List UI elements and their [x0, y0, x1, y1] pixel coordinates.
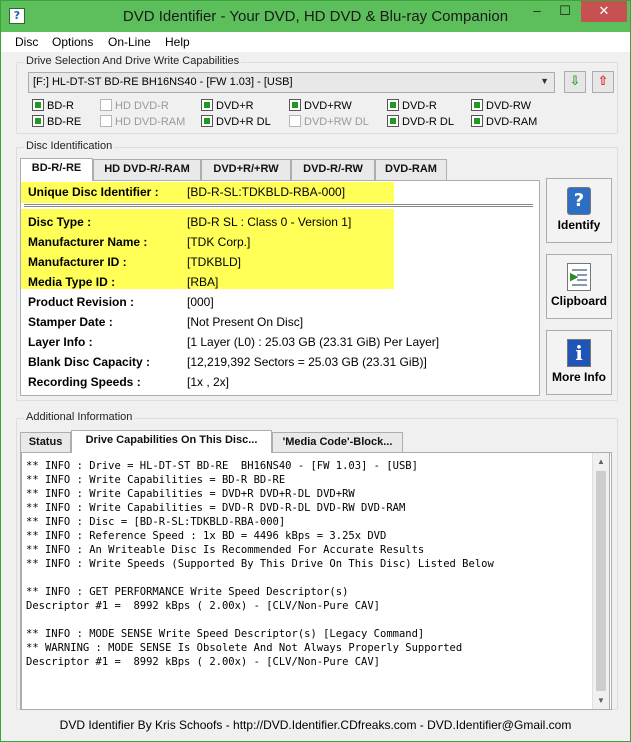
menu-disc[interactable]: Disc — [15, 35, 38, 49]
tab-status[interactable]: Status — [20, 432, 71, 453]
title-bar[interactable]: ? DVD Identifier - Your DVD, HD DVD & Bl… — [1, 1, 630, 32]
menu-help[interactable]: Help — [165, 35, 190, 49]
capability-label: DVD+R DL — [216, 116, 271, 128]
log-textarea[interactable]: ** INFO : Drive = HL-DT-ST BD-RE BH16NS4… — [21, 452, 610, 710]
manufacturer-id-value: [TDKBLD] — [187, 255, 242, 269]
manufacturer-name-label: Manufacturer Name : — [28, 235, 148, 249]
capability-label: BD-R — [47, 100, 74, 112]
scroll-up-icon[interactable]: ▲ — [593, 453, 609, 470]
more-info-button[interactable]: i More Info — [546, 330, 612, 395]
tab-media-code-block[interactable]: 'Media Code'-Block... — [272, 432, 403, 453]
disc-type-value: [BD-R SL : Class 0 - Version 1] — [187, 215, 352, 229]
checkbox-icon — [387, 99, 399, 111]
capability-label: DVD+RW DL — [304, 116, 369, 128]
capability-label: DVD-RW — [486, 100, 532, 112]
capability-label: HD DVD-RAM — [115, 116, 186, 128]
media-type-id-value: [RBA] — [187, 275, 219, 289]
capability-dvd-plus-r-dl: DVD+R DL — [201, 115, 271, 129]
scroll-down-icon[interactable]: ▼ — [593, 692, 609, 709]
recording-speeds-value: [1x , 2x] — [187, 375, 230, 389]
media-type-id-label: Media Type ID : — [28, 275, 116, 289]
capability-label: DVD-R DL — [402, 116, 454, 128]
layer-info-value: [1 Layer (L0) : 25.03 GB (23.31 GiB) Per… — [187, 335, 440, 349]
status-bar: DVD Identifier By Kris Schoofs - http://… — [59, 718, 572, 732]
manufacturer-name-value: [TDK Corp.] — [187, 235, 251, 249]
drive-dropdown[interactable]: [F:] HL-DT-ST BD-RE BH16NS40 - [FW 1.03]… — [28, 72, 555, 93]
disc-identification-label: Disc Identification — [24, 140, 115, 152]
menu-options[interactable]: Options — [52, 35, 93, 49]
drive-selection-label: Drive Selection And Drive Write Capabili… — [24, 55, 242, 67]
stamper-date-value: [Not Present On Disc] — [187, 315, 304, 329]
scrollbar-thumb[interactable] — [596, 471, 606, 691]
capability-dvd-plus-rw: DVD+RW — [289, 99, 352, 113]
disc-type-label: Disc Type : — [28, 215, 92, 229]
checkbox-icon — [100, 99, 112, 111]
layer-info-label: Layer Info : — [28, 335, 93, 349]
clipboard-button-label: Clipboard — [551, 294, 607, 308]
checkbox-icon — [201, 115, 213, 127]
identify-button-label: Identify — [557, 218, 601, 232]
clipboard-icon: ▶ — [567, 263, 591, 291]
close-button[interactable]: ✕ — [581, 1, 627, 22]
capability-label: DVD+R — [216, 100, 254, 112]
log-text: ** INFO : Drive = HL-DT-ST BD-RE BH16NS4… — [26, 460, 494, 668]
tab-drive-capabilities[interactable]: Drive Capabilities On This Disc... — [71, 430, 272, 453]
vertical-scrollbar[interactable]: ▲ ▼ — [592, 453, 609, 709]
recording-speeds-label: Recording Speeds : — [28, 375, 141, 389]
capability-label: HD DVD-R — [115, 100, 169, 112]
load-up-icon[interactable]: ⇧ — [592, 71, 614, 93]
checkbox-icon — [201, 99, 213, 111]
capability-dvd-minus-r: DVD-R — [387, 99, 437, 113]
tab-bd-r-re[interactable]: BD-R/-RE — [20, 158, 93, 181]
additional-information-label: Additional Information — [24, 411, 135, 423]
capability-dvd-ram: DVD-RAM — [471, 115, 537, 129]
minimize-button[interactable]: – — [523, 1, 551, 22]
info-icon: i — [567, 339, 591, 367]
manufacturer-id-label: Manufacturer ID : — [28, 255, 127, 269]
tab-dvd-plus-r-rw[interactable]: DVD+R/+RW — [201, 159, 291, 180]
blank-disc-capacity-label: Blank Disc Capacity : — [28, 355, 151, 369]
unique-disc-identifier-label: Unique Disc Identifier : — [28, 185, 159, 199]
maximize-button[interactable]: ☐ — [551, 1, 579, 22]
eject-down-icon[interactable]: ⇩ — [564, 71, 586, 93]
checkbox-icon — [387, 115, 399, 127]
checkbox-icon — [100, 115, 112, 127]
checkbox-icon — [471, 115, 483, 127]
separator-line — [24, 204, 533, 207]
capability-hd-dvd-r: HD DVD-R — [100, 99, 169, 113]
capability-hd-dvd-ram: HD DVD-RAM — [100, 115, 185, 129]
menu-bar: Disc Options On-Line Help — [1, 32, 630, 52]
tab-hd-dvd-r-ram[interactable]: HD DVD-R/-RAM — [93, 159, 201, 180]
capability-label: DVD+RW — [304, 100, 352, 112]
capability-label: DVD-R — [402, 100, 437, 112]
product-revision-label: Product Revision : — [28, 295, 135, 309]
capability-bd-r: BD-R — [32, 99, 74, 113]
checkbox-icon — [32, 115, 44, 127]
stamper-date-label: Stamper Date : — [28, 315, 113, 329]
drive-dropdown-value: [F:] HL-DT-ST BD-RE BH16NS40 - [FW 1.03]… — [33, 76, 293, 88]
unique-disc-identifier-value: [BD-R-SL:TDKBLD-RBA-000] — [187, 185, 346, 199]
capability-bd-re: BD-RE — [32, 115, 81, 129]
capability-dvd-plus-rw-dl: DVD+RW DL — [289, 115, 369, 129]
chevron-down-icon: ▼ — [540, 76, 549, 86]
tab-dvd-ram[interactable]: DVD-RAM — [375, 159, 447, 180]
blank-disc-capacity-value: [12,219,392 Sectors = 25.03 GB (23.31 Gi… — [187, 355, 427, 369]
capability-dvd-minus-rw: DVD-RW — [471, 99, 531, 113]
product-revision-value: [000] — [187, 295, 214, 309]
more-info-button-label: More Info — [552, 370, 606, 384]
capability-label: BD-RE — [47, 116, 82, 128]
capability-dvd-minus-r-dl: DVD-R DL — [387, 115, 454, 129]
checkbox-icon — [289, 115, 301, 127]
app-window: ? DVD Identifier - Your DVD, HD DVD & Bl… — [0, 0, 631, 742]
tab-dvd-minus-r-rw[interactable]: DVD-R/-RW — [291, 159, 375, 180]
checkbox-icon — [471, 99, 483, 111]
capability-dvd-plus-r: DVD+R — [201, 99, 254, 113]
checkbox-icon — [289, 99, 301, 111]
clipboard-button[interactable]: ▶ Clipboard — [546, 254, 612, 319]
checkbox-icon — [32, 99, 44, 111]
identify-question-icon: ? — [567, 187, 591, 215]
identify-button[interactable]: ? Identify — [546, 178, 612, 243]
capability-label: DVD-RAM — [486, 116, 538, 128]
menu-online[interactable]: On-Line — [108, 35, 151, 49]
